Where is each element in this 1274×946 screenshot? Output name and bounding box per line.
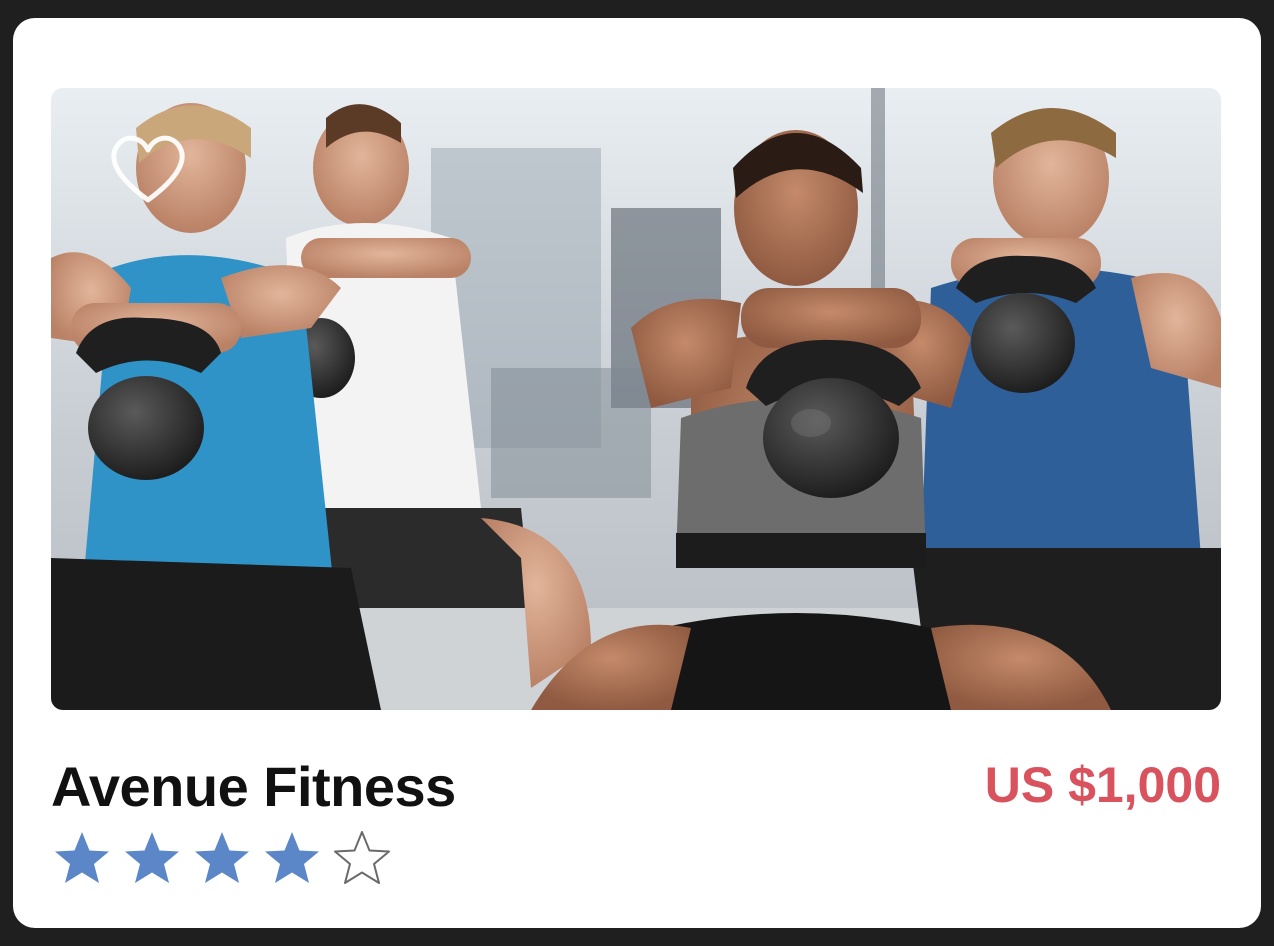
rating-stars <box>51 828 393 890</box>
listing-card[interactable]: Avenue Fitness US $1,000 <box>13 18 1261 928</box>
star-filled-icon <box>125 832 179 883</box>
gym-photo <box>51 88 1221 710</box>
listing-title[interactable]: Avenue Fitness <box>51 754 456 819</box>
star-filled-icon <box>55 832 109 883</box>
heart-outline-icon[interactable] <box>105 128 191 210</box>
star-filled-icon <box>265 832 319 883</box>
listing-photo[interactable] <box>51 88 1221 710</box>
star-filled-icon <box>195 832 249 883</box>
star-empty-icon <box>334 831 390 884</box>
listing-price: US $1,000 <box>984 757 1221 813</box>
